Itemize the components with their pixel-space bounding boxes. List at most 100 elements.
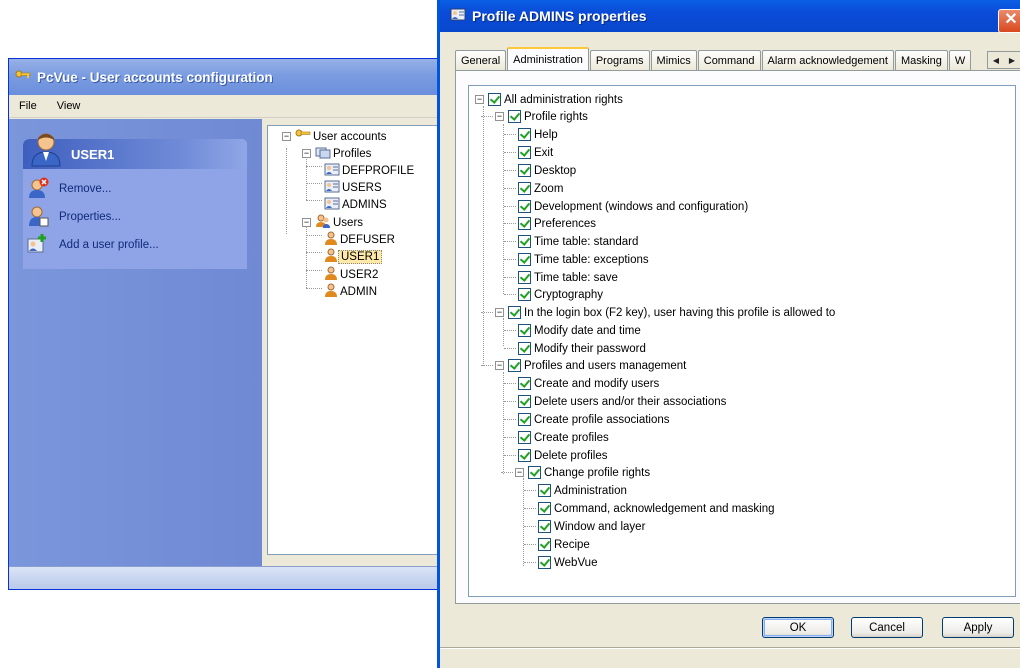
tree-profile-item[interactable]: USERS	[324, 179, 384, 196]
properties-task[interactable]: Properties...	[27, 203, 247, 231]
checkbox-checked[interactable]	[508, 359, 521, 372]
right-group-management[interactable]: − Profiles and users management	[495, 357, 686, 374]
tree-user-item[interactable]: DEFUSER	[324, 231, 397, 248]
tree-user-item[interactable]: USER2	[324, 266, 380, 283]
right-item[interactable]: Create profile associations	[518, 411, 670, 428]
ok-button[interactable]: OK	[762, 617, 834, 638]
right-group-change-profile-rights[interactable]: − Change profile rights	[515, 464, 650, 481]
window-titlebar[interactable]: PcVue - User accounts configuration	[9, 59, 447, 95]
checkbox-checked[interactable]	[528, 466, 541, 479]
right-item[interactable]: Recipe	[538, 536, 590, 553]
checkbox-checked[interactable]	[518, 395, 531, 408]
task-panel-header[interactable]: USER1	[23, 133, 247, 169]
checkbox-checked[interactable]	[518, 431, 531, 444]
tree-user-item[interactable]: ADMIN	[324, 283, 379, 300]
rights-tree[interactable]: − All administration rights − Profile ri…	[468, 85, 1016, 597]
checkbox-checked[interactable]	[518, 182, 531, 195]
checkbox-checked[interactable]	[518, 217, 531, 230]
collapse-icon[interactable]: −	[495, 361, 504, 370]
tab-command[interactable]: Command	[697, 50, 761, 70]
right-item[interactable]: Development (windows and configuration)	[518, 198, 748, 215]
chevron-right-icon[interactable]: ▶	[1009, 56, 1015, 65]
checkbox-checked[interactable]	[518, 200, 531, 213]
collapse-icon[interactable]: −	[495, 308, 504, 317]
tab-administration[interactable]: Administration	[507, 47, 589, 71]
collapse-icon[interactable]: −	[475, 95, 484, 104]
close-button[interactable]: ✕	[998, 9, 1020, 33]
checkbox-checked[interactable]	[518, 235, 531, 248]
right-item[interactable]: Administration	[538, 482, 627, 499]
tab-w-partial[interactable]: W	[948, 50, 972, 70]
tree-user-item-selected[interactable]: USER1	[324, 248, 383, 265]
cancel-button[interactable]: Cancel	[851, 617, 923, 638]
tree-profile-item[interactable]: ADMINS	[324, 196, 389, 213]
collapse-icon[interactable]: −	[302, 218, 311, 227]
accounts-tree[interactable]: − User accounts − Profiles DEFPROFILE US…	[267, 125, 449, 555]
dialog-titlebar[interactable]: Profile ADMINS properties ✕	[440, 0, 1020, 33]
tree-users[interactable]: − Users	[302, 214, 365, 231]
right-item[interactable]: WebVue	[538, 554, 597, 571]
user-label: USER2	[340, 268, 379, 281]
checkbox-checked[interactable]	[518, 413, 531, 426]
tab-scroll[interactable]: ◀ ▶	[987, 51, 1020, 69]
tab-alarm-acknowledgement[interactable]: Alarm acknowledgement	[761, 50, 894, 70]
right-group-login-box[interactable]: − In the login box (F2 key), user having…	[495, 304, 835, 321]
right-item[interactable]: Window and layer	[538, 518, 645, 535]
right-item[interactable]: Exit	[518, 144, 553, 161]
collapse-icon[interactable]: −	[515, 468, 524, 477]
checkbox-checked[interactable]	[518, 324, 531, 337]
tree-profile-item[interactable]: DEFPROFILE	[324, 162, 416, 179]
tree-profiles[interactable]: − Profiles	[302, 145, 373, 162]
checkbox-checked[interactable]	[538, 556, 551, 569]
menu-file[interactable]: File	[19, 100, 37, 112]
checkbox-checked[interactable]	[518, 271, 531, 284]
right-item[interactable]: Create and modify users	[518, 375, 659, 392]
checkbox-checked[interactable]	[538, 484, 551, 497]
checkbox-checked[interactable]	[538, 502, 551, 515]
tab-general[interactable]: General	[455, 50, 507, 70]
tab-masking[interactable]: Masking	[894, 50, 948, 70]
checkbox-checked[interactable]	[508, 110, 521, 123]
collapse-icon[interactable]: −	[302, 149, 311, 158]
add-profile-task[interactable]: Add a user profile...	[27, 231, 247, 259]
tree-root[interactable]: − User accounts	[282, 128, 389, 145]
checkbox-checked[interactable]	[518, 377, 531, 390]
checkbox-checked[interactable]	[518, 128, 531, 141]
collapse-icon[interactable]: −	[495, 112, 504, 121]
right-item[interactable]: Modify date and time	[518, 322, 641, 339]
checkbox-checked[interactable]	[518, 449, 531, 462]
apply-button[interactable]: Apply	[942, 617, 1014, 638]
checkbox-checked[interactable]	[518, 253, 531, 266]
menu-view[interactable]: View	[57, 100, 81, 112]
right-group-profile-rights[interactable]: − Profile rights	[495, 108, 588, 125]
checkbox-checked[interactable]	[538, 538, 551, 551]
right-item[interactable]: Create profiles	[518, 429, 609, 446]
checkbox-checked[interactable]	[518, 164, 531, 177]
right-item[interactable]: Delete users and/or their associations	[518, 393, 726, 410]
checkbox-checked[interactable]	[488, 93, 501, 106]
chevron-left-icon[interactable]: ◀	[993, 56, 999, 65]
right-item[interactable]: Command, acknowledgement and masking	[538, 500, 775, 517]
remove-task[interactable]: Remove...	[27, 175, 247, 203]
right-item[interactable]: Time table: exceptions	[518, 251, 649, 268]
profile-label: ADMINS	[342, 198, 387, 211]
right-item[interactable]: Time table: save	[518, 269, 618, 286]
tab-programs[interactable]: Programs	[589, 50, 650, 70]
tree-root-label: User accounts	[313, 130, 387, 143]
checkbox-checked[interactable]	[518, 288, 531, 301]
right-item[interactable]: Help	[518, 126, 558, 143]
right-item[interactable]: Zoom	[518, 180, 563, 197]
right-root[interactable]: − All administration rights	[475, 91, 623, 108]
right-item[interactable]: Time table: standard	[518, 233, 638, 250]
checkbox-checked[interactable]	[508, 306, 521, 319]
collapse-icon[interactable]: −	[282, 132, 291, 141]
right-item[interactable]: Cryptography	[518, 286, 603, 303]
checkbox-checked[interactable]	[518, 146, 531, 159]
checkbox-checked[interactable]	[518, 342, 531, 355]
right-item[interactable]: Delete profiles	[518, 447, 608, 464]
right-item[interactable]: Preferences	[518, 215, 596, 232]
right-item[interactable]: Modify their password	[518, 340, 646, 357]
tab-mimics[interactable]: Mimics	[650, 50, 697, 70]
checkbox-checked[interactable]	[538, 520, 551, 533]
right-item[interactable]: Desktop	[518, 162, 576, 179]
